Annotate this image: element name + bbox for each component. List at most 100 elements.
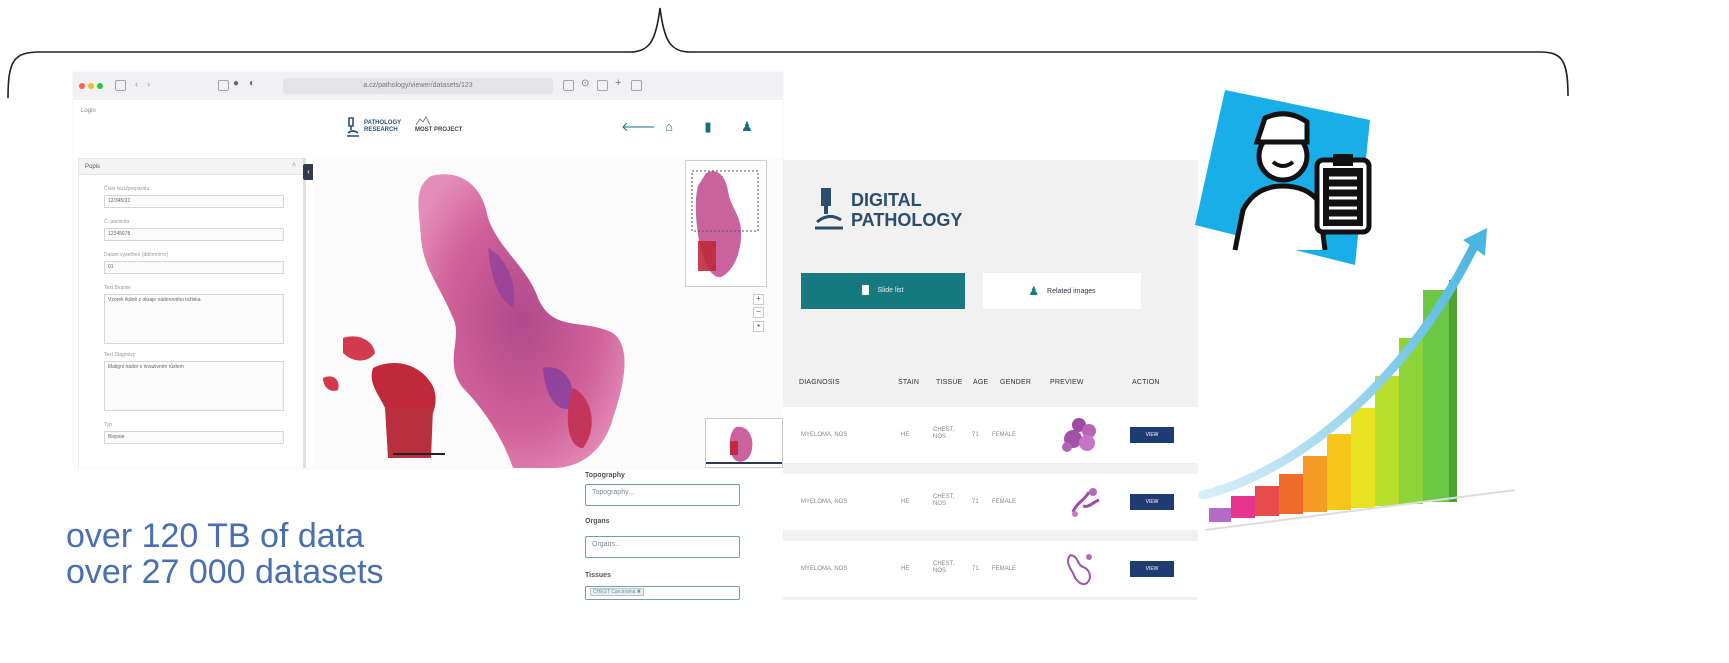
doctor-icon — [1195, 90, 1372, 265]
shield-icon[interactable] — [218, 80, 229, 91]
exam-date-field[interactable]: 01 — [104, 261, 284, 274]
table-row[interactable]: MYELOMA, NOS HE CHEST, NOS 71 FEMALE VIE… — [783, 541, 1198, 597]
view-button[interactable]: VIEW — [1130, 427, 1174, 443]
topography-label: Topography — [585, 472, 625, 479]
back-arrow-icon[interactable]: ‹ — [135, 79, 138, 89]
cell-age: 71 — [972, 432, 979, 438]
preview-thumbnail[interactable] — [1063, 482, 1109, 522]
logo-line-pathology: PATHOLOGY — [851, 210, 963, 230]
reload-icon[interactable] — [563, 80, 574, 91]
panel-title: Popis — [79, 159, 304, 175]
sidebar-toggle-icon[interactable] — [115, 80, 126, 91]
column-header-preview[interactable]: PREVIEW — [1050, 379, 1084, 386]
cell-diagnosis: MYELOMA, NOS — [801, 566, 848, 572]
clipboard-icon — [862, 285, 870, 296]
chevron-up-icon[interactable]: ˄ — [292, 162, 296, 169]
topography-input[interactable]: Topography... — [585, 484, 740, 506]
extension-icon[interactable]: ● — [233, 78, 239, 89]
cell-tissue: CHEST, NOS — [933, 494, 955, 507]
new-tab-icon[interactable]: + — [615, 77, 621, 89]
cell-gender: FEMALE — [992, 566, 1017, 572]
column-header-diagnosis[interactable]: DIAGNOSIS — [799, 379, 840, 386]
type-field[interactable]: Biopsie — [104, 431, 284, 444]
back-button[interactable]: 🡐 — [621, 117, 656, 137]
preview-thumbnail[interactable] — [1059, 415, 1105, 455]
cell-diagnosis: MYELOMA, NOS — [801, 432, 848, 438]
cell-age: 71 — [972, 499, 979, 505]
logo-text-most-project: MOST PROJECT — [415, 127, 463, 133]
field-label: Text Biopsie — [104, 285, 131, 291]
slide-list-button[interactable]: Slide list — [801, 273, 965, 309]
column-header-age[interactable]: AGE — [973, 379, 988, 386]
column-header-tissue[interactable]: TISSUE — [936, 379, 962, 386]
slide-list-label: Slide list — [877, 287, 904, 294]
statistics-text: over 120 TB of data over 27 000 datasets — [66, 518, 486, 590]
data-volume-stat: over 120 TB of data — [66, 517, 365, 555]
close-window-icon[interactable] — [79, 83, 85, 89]
search-filters: Topography Topography... Organs Organs..… — [580, 470, 780, 600]
cell-stain: HE — [901, 432, 910, 438]
preview-thumbnail[interactable] — [1059, 549, 1105, 589]
microscope-icon — [347, 117, 359, 137]
home-icon[interactable]: ⌂ — [659, 117, 679, 137]
scrollbar[interactable] — [303, 158, 306, 468]
cell-stain: HE — [901, 499, 910, 505]
related-images-label: Related images — [1047, 287, 1096, 295]
tissues-label: Tissues — [585, 572, 611, 579]
logo-line-digital: DIGITAL — [851, 190, 922, 210]
cell-gender: FEMALE — [992, 499, 1017, 505]
digital-pathology-logo: DIGITAL PATHOLOGY — [851, 190, 962, 230]
diagnosis-text-field[interactable]: Maligní nádor s invazivním růstem — [104, 361, 284, 411]
user-icon: ♟ — [1028, 284, 1040, 298]
table-row[interactable]: MYELOMA, NOS HE CHEST, NOS 71 FEMALE VIE… — [783, 407, 1198, 463]
logo-text-pathology: PATHOLOGY — [364, 120, 402, 126]
cell-age: 71 — [972, 566, 979, 572]
privacy-icon[interactable]: ◐ — [249, 78, 255, 89]
slide-overview-thumbnail[interactable] — [705, 418, 783, 468]
browser-toolbar: ‹ › ● ◐ a.cz/pathology/viewer/datasets/1… — [73, 72, 783, 101]
related-images-button[interactable]: ♟ Related images — [983, 273, 1141, 309]
logo-text-research: RESEARCH — [364, 127, 398, 133]
slide-viewer-window: ‹ › ● ◐ a.cz/pathology/viewer/datasets/1… — [73, 72, 783, 468]
cell-stain: HE — [901, 566, 910, 572]
view-button[interactable]: VIEW — [1130, 561, 1174, 577]
table-row[interactable]: MYELOMA, NOS HE CHEST, NOS 71 FEMALE VIE… — [783, 474, 1198, 530]
view-button[interactable]: VIEW — [1130, 494, 1174, 510]
fullscreen-button[interactable]: ▪ — [753, 321, 764, 332]
organs-label: Organs — [585, 518, 610, 525]
share-icon[interactable] — [597, 80, 608, 91]
field-label: Datum vyšetření (dd/mm/rrrr) — [104, 252, 169, 258]
download-icon[interactable]: ⊙ — [581, 78, 589, 89]
organs-input[interactable]: Organs... — [585, 536, 740, 558]
digital-pathology-panel: DIGITAL PATHOLOGY Slide list ♟ Related i… — [783, 160, 1198, 600]
mountain-logo-icon — [415, 116, 431, 126]
slide-minimap[interactable] — [685, 160, 767, 287]
zoom-out-button[interactable]: − — [753, 307, 764, 318]
biopsy-text-field[interactable]: Vzorek tkáně z okraje nádorového ložiska — [104, 294, 284, 344]
zoom-in-button[interactable]: + — [753, 294, 764, 305]
field-label: Typ — [104, 422, 113, 428]
tabs-overview-icon[interactable] — [631, 80, 642, 91]
user-icon[interactable]: ♟ — [737, 117, 757, 137]
field-label: Číslo řezu/preparátu — [104, 186, 150, 192]
cell-tissue: CHEST, NOS — [933, 427, 955, 440]
cell-tissue: CHEST, NOS — [933, 561, 955, 574]
tissues-select[interactable]: CHEST Carcinoma ✖ — [585, 586, 740, 600]
specimen-number-field[interactable]: 12/345/21 — [104, 195, 284, 208]
cell-diagnosis: MYELOMA, NOS — [801, 499, 848, 505]
column-header-gender[interactable]: GENDER — [1000, 379, 1031, 386]
url-bar[interactable]: a.cz/pathology/viewer/datasets/123 — [283, 78, 553, 94]
login-link[interactable]: Login — [81, 108, 96, 114]
table-header: DIAGNOSIS STAIN TISSUE AGE GENDER PREVIE… — [795, 379, 1195, 393]
forward-arrow-icon[interactable]: › — [147, 79, 150, 89]
minimize-window-icon[interactable] — [88, 83, 94, 89]
cell-gender: FEMALE — [992, 432, 1017, 438]
maximize-window-icon[interactable] — [97, 83, 103, 89]
app-header: Login PATHOLOGY RESEARCH MOST PROJECT 🡐 … — [73, 100, 783, 158]
column-header-action[interactable]: ACTION — [1132, 379, 1160, 386]
patient-number-field[interactable]: 12345678 — [104, 228, 284, 241]
tissue-tag[interactable]: CHEST Carcinoma ✖ — [590, 588, 644, 596]
document-icon[interactable]: ▮ — [698, 117, 718, 137]
column-header-stain[interactable]: STAIN — [898, 379, 919, 386]
growth-illustration — [1195, 90, 1516, 531]
